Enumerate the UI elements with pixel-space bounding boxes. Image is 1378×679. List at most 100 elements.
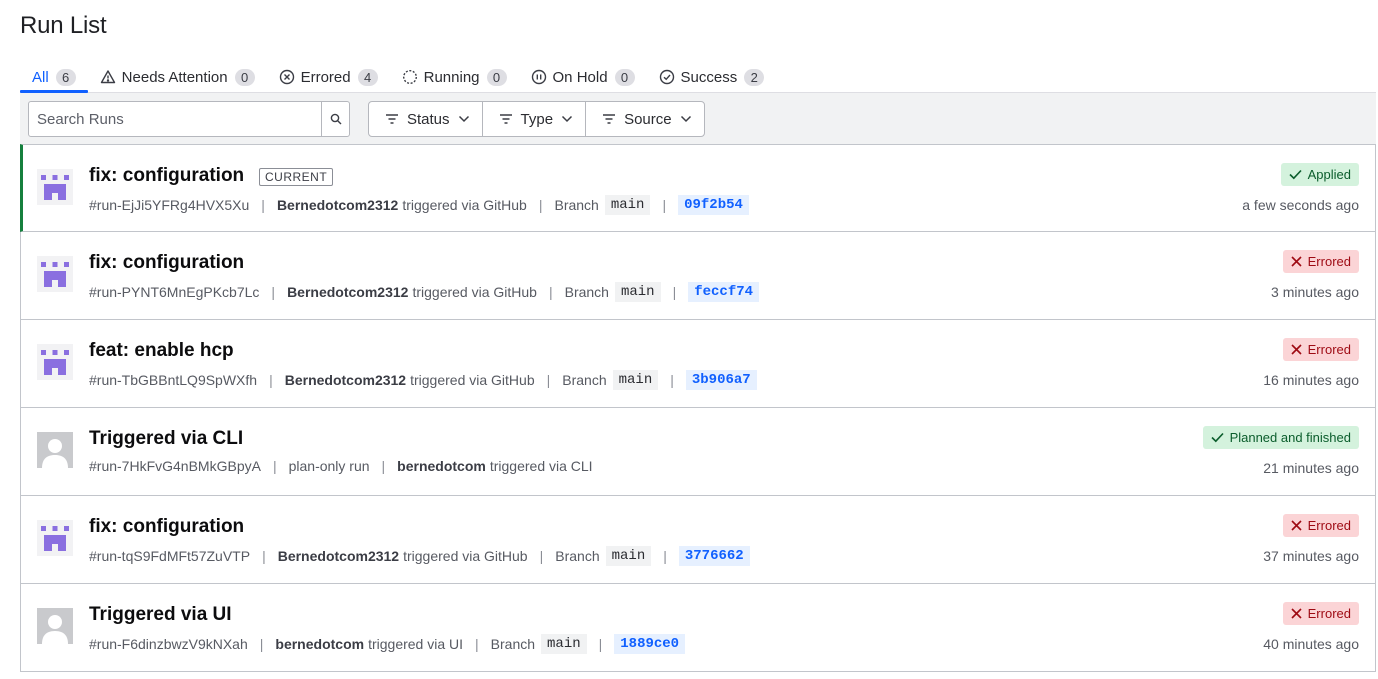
- tab-running-count: 0: [486, 68, 507, 86]
- run-trigger: triggered via GitHub: [402, 197, 527, 213]
- user-avatar-icon: [37, 432, 73, 468]
- run-user: Bernedotcom2312: [277, 548, 400, 564]
- vcs-avatar-icon: [37, 169, 73, 205]
- source-filter-button[interactable]: Source: [585, 102, 704, 136]
- commit-sha-link[interactable]: 1889ce0: [614, 634, 686, 654]
- status-label: Errored: [1307, 254, 1351, 269]
- tab-errored-label: Errored: [300, 68, 351, 86]
- branch-label: Branch: [555, 548, 600, 564]
- user-avatar-icon: [37, 608, 73, 644]
- run-meta: #run-TbGBBntLQ9SpWXfh | Bernedotcom2312 …: [89, 370, 757, 390]
- run-title[interactable]: Triggered via UI: [89, 604, 232, 626]
- run-list-item[interactable]: feat: enable hcp #run-TbGBBntLQ9SpWXfh |…: [20, 320, 1376, 408]
- run-title[interactable]: fix: configuration: [89, 165, 244, 187]
- run-id: #run-7HkFvG4nBMkGBpyA: [89, 458, 261, 474]
- run-list-item[interactable]: Triggered via UI #run-F6dinzbwzV9kNXah |…: [20, 584, 1376, 672]
- run-id: #run-TbGBBntLQ9SpWXfh: [89, 372, 258, 388]
- status-badge: Errored: [1282, 338, 1359, 361]
- current-badge: CURRENT: [259, 168, 334, 186]
- tab-success-count: 2: [744, 68, 765, 86]
- close-icon: [1291, 608, 1302, 619]
- run-time: 3 minutes ago: [1271, 284, 1359, 300]
- status-label: Errored: [1307, 606, 1351, 621]
- tab-all-count: 6: [55, 68, 76, 86]
- tab-needs-attention[interactable]: Needs Attention 0: [88, 62, 267, 92]
- run-meta: #run-7HkFvG4nBMkGBpyA | plan-only run | …: [89, 458, 593, 474]
- run-title[interactable]: Triggered via CLI: [89, 428, 243, 450]
- status-badge: Applied: [1280, 163, 1359, 186]
- run-list-item[interactable]: fix: configuration #run-PYNT6MnEgPKcb7Lc…: [20, 232, 1376, 320]
- filter-icon: [602, 113, 616, 125]
- run-user: Bernedotcom2312: [287, 284, 409, 300]
- tab-success-label: Success: [680, 68, 738, 86]
- filter-icon: [499, 113, 513, 125]
- tab-success[interactable]: Success 2: [647, 62, 777, 92]
- run-time: 40 minutes ago: [1263, 636, 1359, 652]
- branch-name: main: [541, 634, 587, 654]
- branch-name: main: [614, 282, 661, 302]
- status-badge: Errored: [1282, 250, 1359, 273]
- branch-name: main: [604, 195, 651, 215]
- commit-sha-link[interactable]: 3b906a7: [685, 370, 757, 390]
- status-badge: Errored: [1282, 514, 1359, 537]
- page-title: Run List: [20, 12, 107, 39]
- tab-all-label: All: [32, 68, 49, 86]
- chevron-down-icon: [561, 115, 573, 123]
- search-button[interactable]: [321, 102, 349, 136]
- type-filter-label: Type: [520, 110, 554, 128]
- run-user: Bernedotcom2312: [284, 372, 407, 388]
- commit-sha-link[interactable]: feccf74: [688, 282, 760, 302]
- search-input[interactable]: [29, 102, 321, 136]
- filter-toolbar: Status Type Source: [20, 93, 1376, 144]
- run-meta: #run-PYNT6MnEgPKcb7Lc | Bernedotcom2312 …: [89, 282, 760, 302]
- search-field: [28, 101, 350, 137]
- run-list-item[interactable]: Triggered via CLI #run-7HkFvG4nBMkGBpyA …: [20, 408, 1376, 496]
- run-list: fix: configuration CURRENT #run-EjJi5YFR…: [20, 144, 1376, 672]
- tab-running-label: Running: [423, 68, 480, 86]
- run-trigger: triggered via CLI: [489, 458, 593, 474]
- chevron-down-icon: [458, 115, 470, 123]
- vcs-avatar-icon: [37, 344, 73, 380]
- type-filter-button[interactable]: Type: [481, 102, 586, 136]
- branch-label: Branch: [562, 372, 607, 388]
- status-filter-button[interactable]: Status: [369, 102, 482, 136]
- run-trigger: triggered via GitHub: [412, 284, 537, 300]
- branch-label: Branch: [564, 284, 609, 300]
- tab-running[interactable]: Running 0: [390, 62, 519, 92]
- run-list-item[interactable]: fix: configuration CURRENT #run-EjJi5YFR…: [20, 144, 1376, 232]
- tab-needs-attention-label: Needs Attention: [121, 68, 228, 86]
- run-title[interactable]: fix: configuration: [89, 516, 244, 538]
- run-id: #run-F6dinzbwzV9kNXah: [89, 636, 248, 652]
- run-id: #run-EjJi5YFRg4HVX5Xu: [89, 197, 250, 213]
- run-trigger: triggered via UI: [368, 636, 464, 652]
- run-time: 16 minutes ago: [1263, 372, 1359, 388]
- status-label: Errored: [1307, 518, 1351, 533]
- filter-icon: [385, 113, 399, 125]
- warning-triangle-icon: [100, 69, 116, 85]
- tab-on-hold[interactable]: On Hold 0: [519, 62, 647, 92]
- branch-label: Branch: [554, 197, 599, 213]
- run-id: #run-PYNT6MnEgPKcb7Lc: [89, 284, 260, 300]
- status-badge: Errored: [1282, 602, 1359, 625]
- pause-circle-icon: [531, 69, 547, 85]
- chevron-down-icon: [680, 115, 692, 123]
- tab-all[interactable]: All 6: [20, 62, 88, 93]
- check-icon: [1289, 169, 1302, 180]
- tab-errored[interactable]: Errored 4: [267, 62, 390, 92]
- run-user: bernedotcom: [397, 458, 486, 474]
- status-badge: Planned and finished: [1202, 426, 1359, 449]
- branch-name: main: [612, 370, 659, 390]
- filter-button-group: Status Type Source: [368, 101, 705, 137]
- x-circle-icon: [279, 69, 295, 85]
- run-time: 21 minutes ago: [1263, 460, 1359, 476]
- commit-sha-link[interactable]: 3776662: [678, 546, 750, 566]
- run-time: 37 minutes ago: [1263, 548, 1359, 564]
- branch-label: Branch: [490, 636, 536, 652]
- run-list-item[interactable]: fix: configuration #run-tqS9FdMFt57ZuVTP…: [20, 496, 1376, 584]
- commit-sha-link[interactable]: 09f2b54: [678, 195, 749, 215]
- run-title[interactable]: fix: configuration: [89, 252, 244, 274]
- run-user: bernedotcom: [275, 636, 365, 652]
- run-time: a few seconds ago: [1242, 197, 1359, 213]
- branch-name: main: [605, 546, 652, 566]
- run-title[interactable]: feat: enable hcp: [89, 340, 234, 362]
